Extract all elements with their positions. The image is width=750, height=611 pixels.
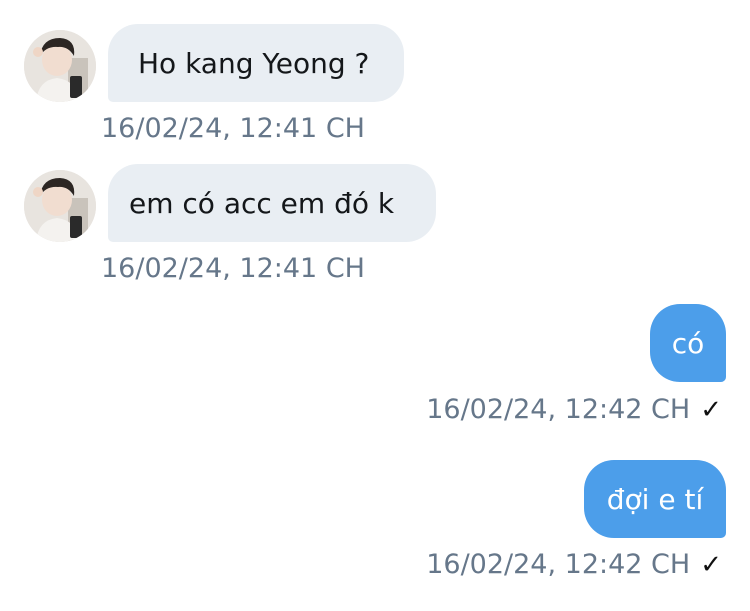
- message-timestamp: 16/02/24, 12:41 CH: [101, 112, 365, 146]
- timestamp-text: 16/02/24, 12:41 CH: [101, 253, 365, 284]
- avatar-photo-icon: [24, 170, 96, 242]
- user-avatar[interactable]: [24, 30, 96, 102]
- message-timestamp: 16/02/24, 12:42 CH ✓: [426, 393, 722, 427]
- message-text: đợi e tí: [606, 482, 704, 516]
- chat-thread: Ho kang Yeong ? 16/02/24, 12:41 CH em có…: [0, 0, 750, 611]
- checkmark-icon: ✓: [700, 550, 722, 580]
- message-timestamp: 16/02/24, 12:42 CH ✓: [426, 548, 722, 582]
- user-avatar[interactable]: [24, 170, 96, 242]
- message-timestamp: 16/02/24, 12:41 CH: [101, 252, 365, 286]
- message-bubble-outgoing[interactable]: có: [650, 304, 726, 382]
- message-bubble-outgoing[interactable]: đợi e tí: [584, 460, 726, 538]
- message-bubble-incoming[interactable]: Ho kang Yeong ?: [108, 24, 404, 102]
- avatar-photo-icon: [24, 30, 96, 102]
- timestamp-text: 16/02/24, 12:41 CH: [101, 113, 365, 144]
- timestamp-text: 16/02/24, 12:42 CH: [426, 394, 691, 425]
- message-text: Ho kang Yeong ?: [138, 46, 370, 80]
- checkmark-icon: ✓: [700, 395, 722, 425]
- message-text: có: [671, 326, 705, 360]
- timestamp-text: 16/02/24, 12:42 CH: [426, 549, 691, 580]
- message-text: em có acc em đó k: [129, 186, 395, 220]
- message-bubble-incoming[interactable]: em có acc em đó k: [108, 164, 436, 242]
